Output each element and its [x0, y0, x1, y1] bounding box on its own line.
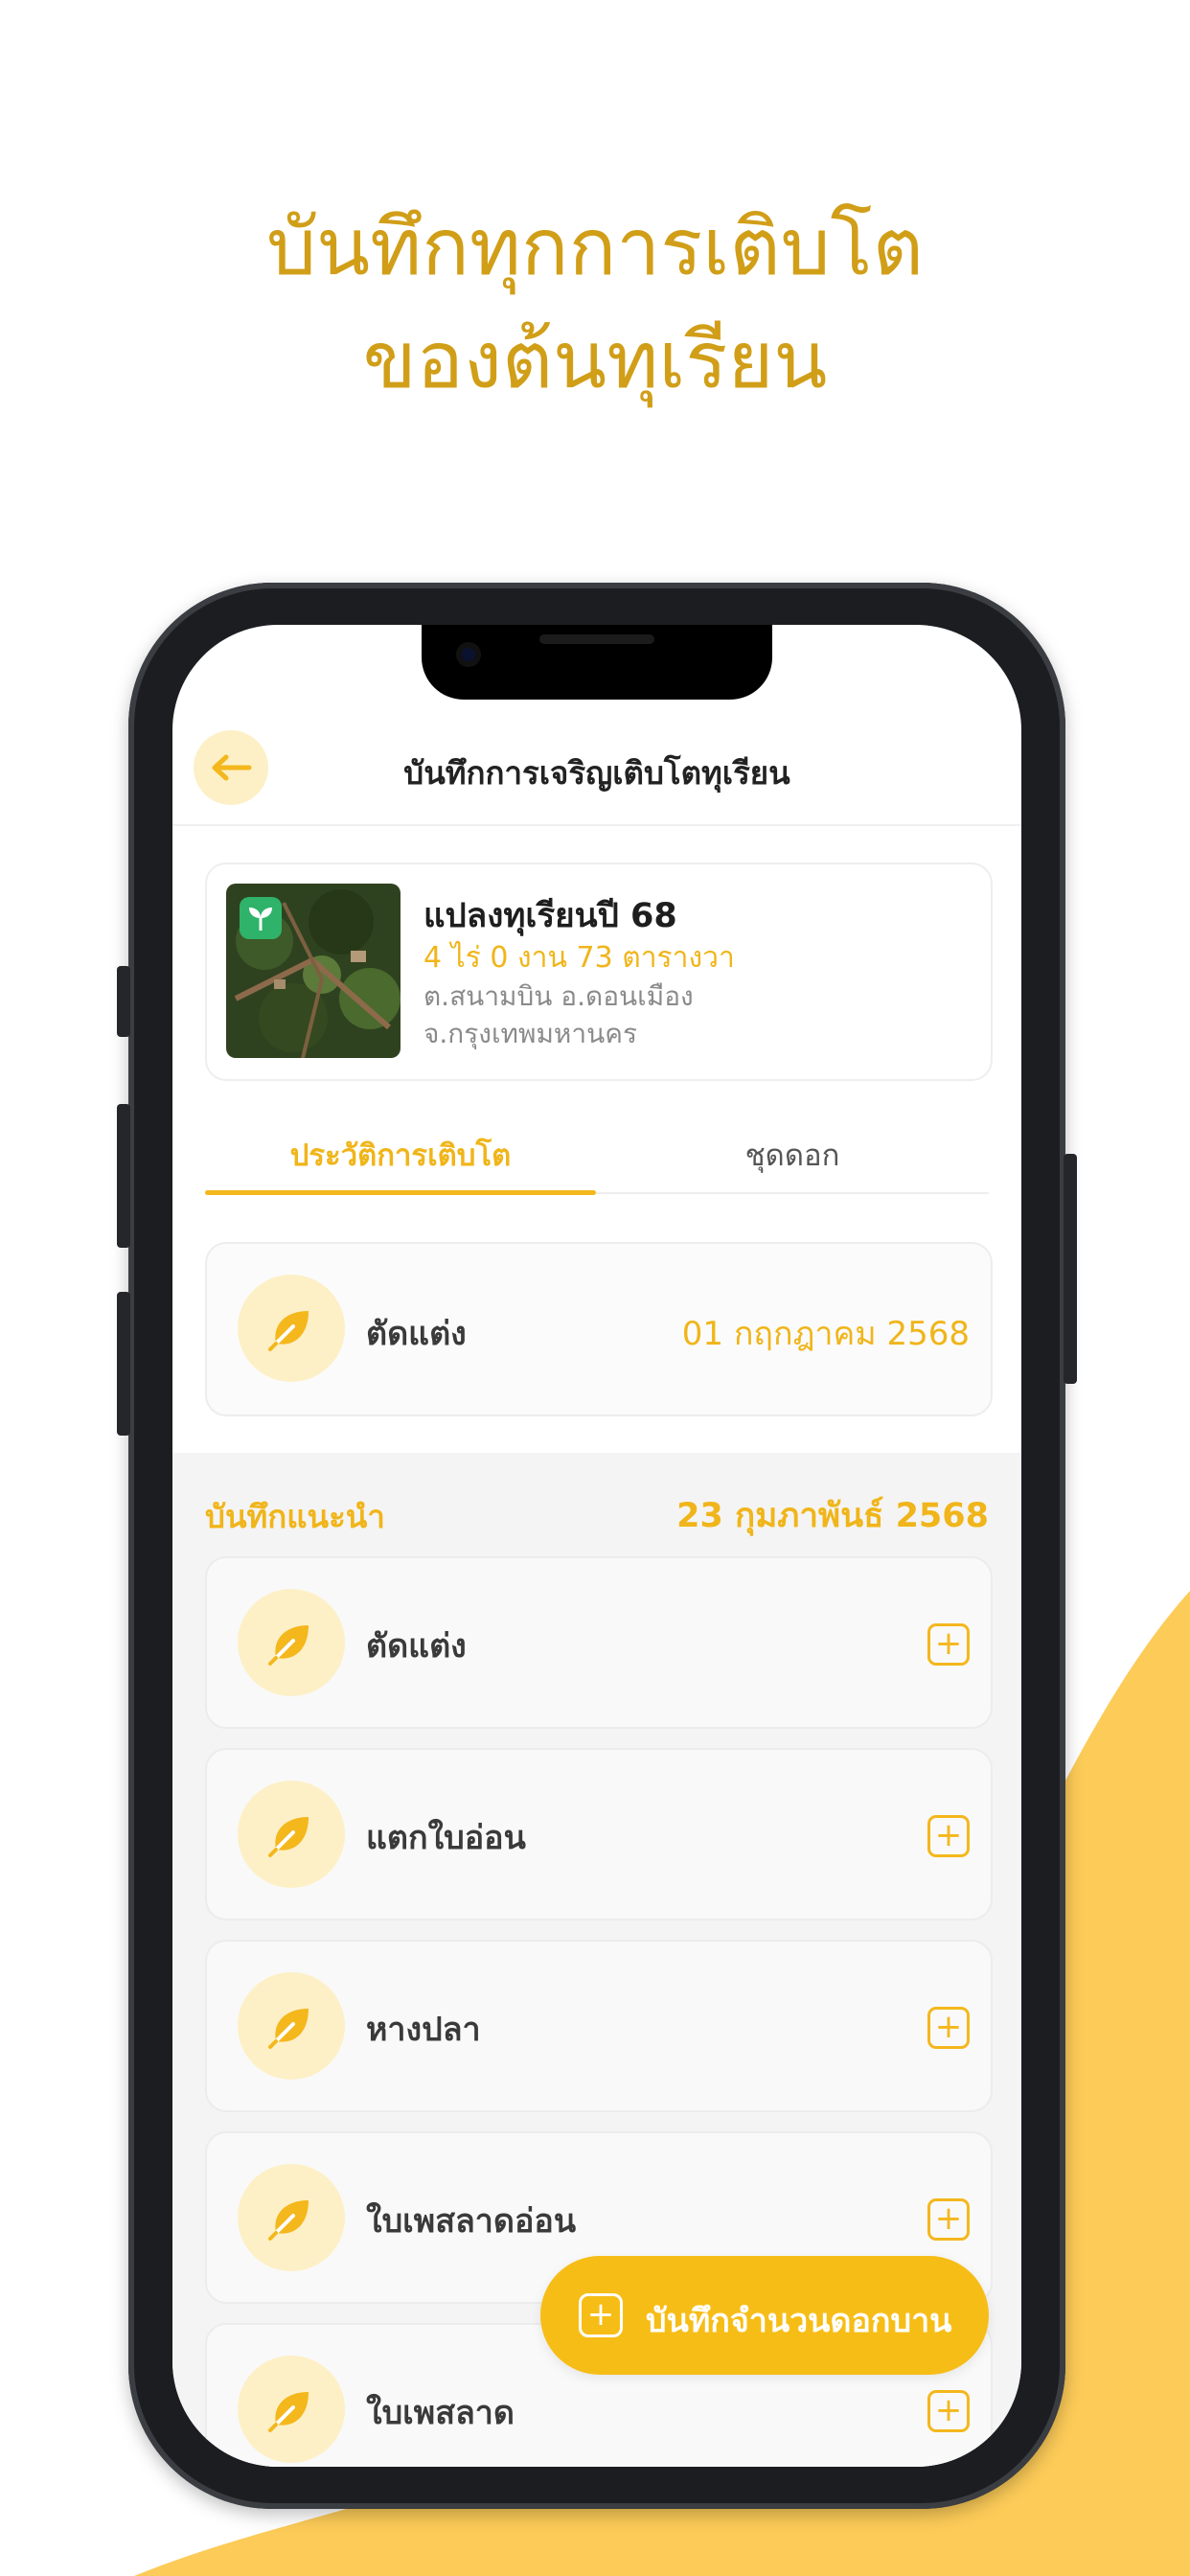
headline-line-2: ของต้นทุเรียน	[362, 315, 828, 406]
plot-aerial-image	[226, 884, 400, 1058]
suggested-item-card[interactable]: แตกใบอ่อน +	[205, 1748, 993, 1920]
notch-speaker	[539, 634, 654, 644]
phone-volume-up-button	[117, 1104, 130, 1248]
suggested-item-card[interactable]: หางปลา +	[205, 1940, 993, 2112]
plot-address-line-1: ต.สนามบิน อ.ดอนเมือง	[423, 980, 694, 1012]
tab-flower-set[interactable]: ชุดดอก	[596, 1131, 989, 1179]
leaf-icon	[238, 2164, 345, 2271]
suggested-item-card[interactable]: ตัดแต่ง +	[205, 1556, 993, 1729]
front-camera	[456, 642, 481, 667]
phone-volume-down-button	[117, 1292, 130, 1436]
leaf-icon	[238, 1781, 345, 1888]
plot-info-card[interactable]: แปลงทุเรียนปี 68 4 ไร่ 0 งาน 73 ตารางวา …	[205, 862, 993, 1081]
record-label: ตัดแต่ง	[366, 1315, 467, 1353]
page-title: บันทึกการเจริญเติบโตทุเรียน	[403, 754, 790, 792]
suggested-date: 23 กุมภาพันธ์ 2568	[676, 1497, 989, 1535]
plot-area: 4 ไร่ 0 งาน 73 ตารางวา	[423, 941, 735, 975]
plot-name: แปลงทุเรียนปี 68	[423, 897, 677, 935]
plot-address-line-2: จ.กรุงเทพมหานคร	[423, 1018, 638, 1049]
record-bloom-count-button[interactable]: + บันทึกจำนวนดอกบาน	[540, 2256, 989, 2375]
leaf-icon	[238, 1972, 345, 2080]
tab-growth-history[interactable]: ประวัติการเติบโต	[205, 1131, 596, 1179]
app-header: บันทึกการเจริญเติบโตทุเรียน	[172, 719, 1021, 826]
add-record-button[interactable]: +	[927, 2007, 970, 2049]
leaf-icon	[238, 1589, 345, 1696]
phone-notch	[422, 625, 772, 700]
tab-active-indicator	[205, 1190, 596, 1195]
leaf-icon	[238, 2356, 345, 2463]
add-record-button[interactable]: +	[927, 1623, 970, 1666]
suggested-item-label: ตัดแต่ง	[366, 1627, 467, 1666]
record-date: 01 กฤกฎาคม 2568	[681, 1315, 970, 1353]
add-record-button[interactable]: +	[927, 2198, 970, 2241]
suggested-item-label: แตกใบอ่อน	[366, 1819, 526, 1857]
add-record-button[interactable]: +	[927, 1815, 970, 1857]
leaf-icon	[238, 1275, 345, 1382]
suggested-item-label: ใบเพสลาดอ่อน	[366, 2202, 577, 2241]
marketing-headline: บันทึกทุกการเติบโต ของต้นทุเรียน	[0, 192, 1190, 418]
phone-screen: บันทึกการเจริญเติบโตทุเรียน แปลงทุเรียนป…	[172, 625, 1021, 2467]
latest-record-card[interactable]: ตัดแต่ง 01 กฤกฎาคม 2568	[205, 1242, 993, 1416]
plot-address: ต.สนามบิน อ.ดอนเมือง จ.กรุงเทพมหานคร	[423, 978, 694, 1052]
sprout-icon	[240, 897, 282, 939]
suggested-item-label: ใบเพสลาด	[366, 2394, 515, 2432]
suggested-title: บันทึกแนะนำ	[205, 1498, 385, 1535]
headline-line-1: บันทึกทุกการเติบโต	[266, 202, 924, 293]
phone-mute-switch	[117, 966, 130, 1037]
add-record-button[interactable]: +	[927, 2390, 970, 2432]
fab-label: บันทึกจำนวนดอกบาน	[646, 2302, 952, 2340]
phone-power-button	[1064, 1154, 1077, 1384]
add-square-icon: +	[579, 2293, 623, 2337]
suggested-item-label: หางปลา	[366, 2011, 481, 2049]
